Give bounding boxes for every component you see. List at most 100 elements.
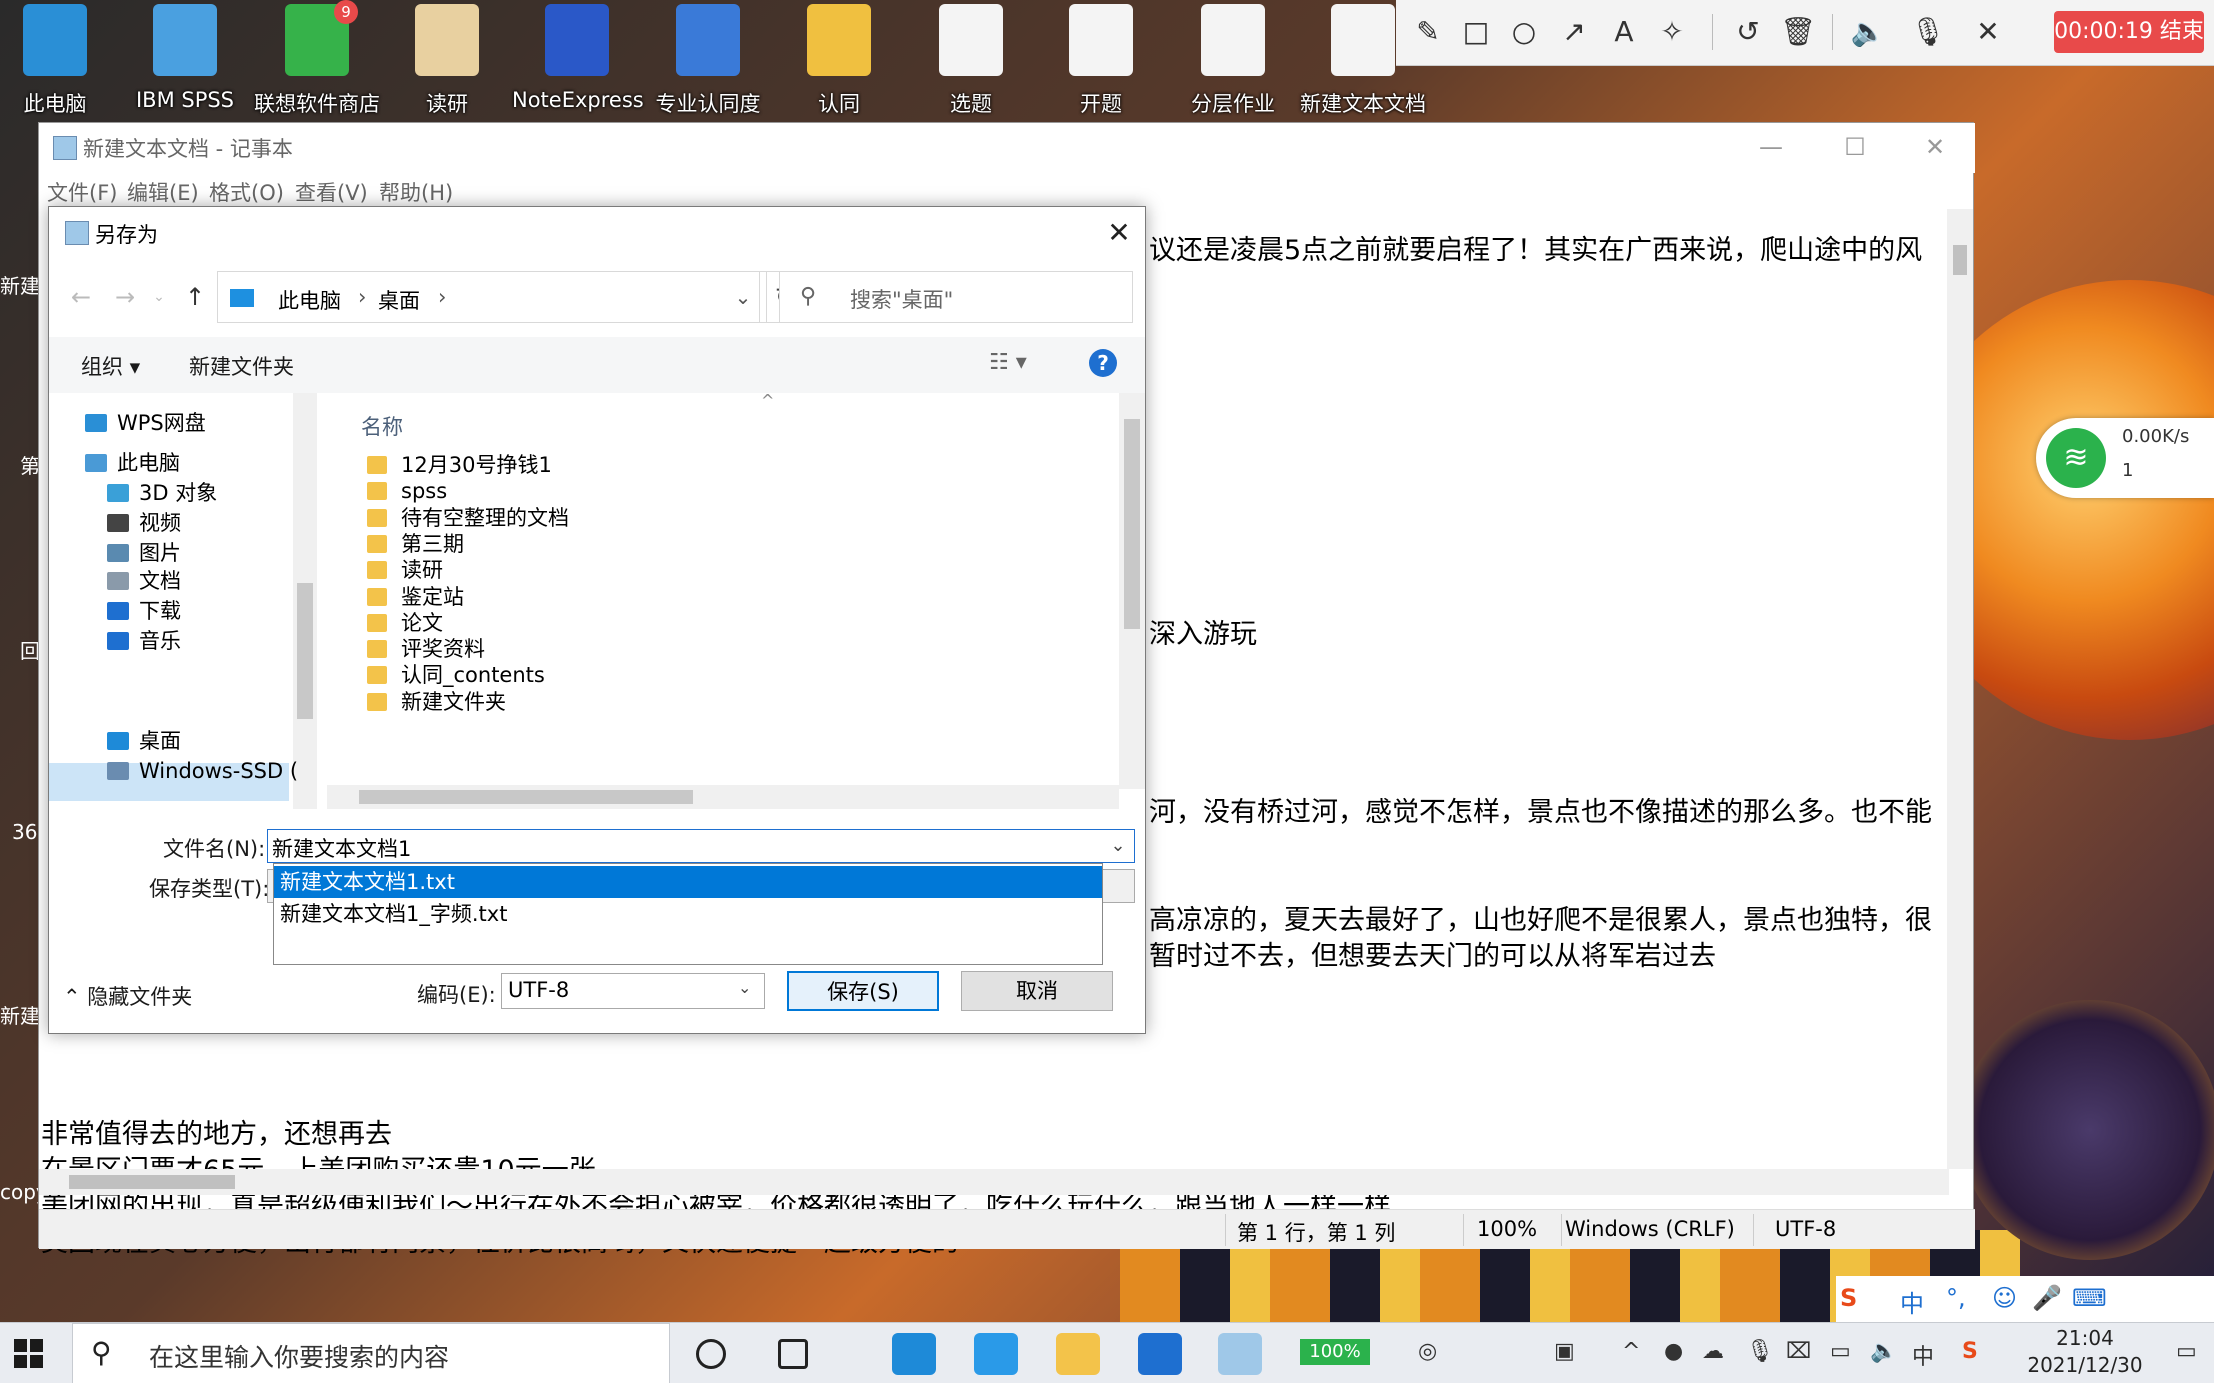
battery-indicator[interactable]: 100% — [1300, 1339, 1370, 1365]
notification-icon[interactable]: ▭ — [2176, 1339, 2197, 1364]
voice-icon[interactable]: 🎤 — [2032, 1284, 2062, 1312]
magic-icon[interactable]: ✧ — [1654, 14, 1690, 50]
tree-item[interactable]: 音乐 — [107, 623, 181, 659]
desktop-icon[interactable]: 开题 — [1036, 0, 1166, 120]
network-icon[interactable]: ▭ — [1830, 1339, 1851, 1364]
cortana-icon[interactable] — [696, 1339, 726, 1369]
mic-icon[interactable]: 🎙 — [1910, 14, 1946, 50]
chevron-down-icon[interactable]: ⌄ — [728, 282, 758, 312]
emoji-icon[interactable]: ☺ — [1992, 1284, 2017, 1312]
network-widget[interactable]: ≋ 0.00K/s 1 — [2036, 418, 2214, 498]
desktop-icon[interactable]: 认同 — [774, 0, 904, 120]
new-folder-button[interactable]: 新建文件夹 — [189, 351, 294, 381]
mail-icon[interactable] — [1138, 1333, 1182, 1375]
desktop-icon[interactable]: NoteExpress — [512, 0, 644, 120]
nvidia-icon[interactable]: ◎ — [1418, 1339, 1437, 1364]
column-header-name[interactable]: 名称 — [361, 411, 403, 441]
sogou-logo-icon[interactable]: S — [1840, 1284, 1857, 1312]
tree-item[interactable]: Windows-SSD ( — [107, 753, 298, 789]
breadcrumb-desktop[interactable]: 桌面 — [378, 285, 420, 315]
arrow-icon[interactable]: ↗ — [1556, 14, 1592, 50]
desktop-icon[interactable]: 此电脑 — [0, 0, 120, 120]
desktop-icon[interactable]: 联想软件商店 9 — [252, 0, 382, 120]
autocomplete-option[interactable]: 新建文本文档1_字频.txt — [274, 898, 1102, 930]
scroll-thumb[interactable] — [297, 583, 313, 719]
chevron-down-icon[interactable]: ⌄ — [149, 281, 169, 313]
scroll-thumb[interactable] — [1124, 419, 1140, 629]
notepad-icon[interactable] — [1218, 1333, 1262, 1375]
maximize-button[interactable]: ☐ — [1825, 127, 1885, 167]
address-bar[interactable]: 此电脑 › 桌面 › ⌄ — [217, 271, 767, 323]
keyboard-icon[interactable]: ⌨ — [2072, 1284, 2107, 1312]
taskbar-search-box[interactable]: ⚲ 在这里输入你要搜索的内容 — [72, 1323, 670, 1383]
menu-help[interactable]: 帮助(H) — [379, 177, 453, 207]
undo-icon[interactable]: ↺ — [1730, 14, 1766, 50]
desktop-icon-label[interactable]: 新建 — [0, 1000, 40, 1029]
scroll-thumb[interactable] — [1953, 245, 1967, 275]
desktop-icon[interactable]: 专业认同度 — [643, 0, 773, 120]
close-button[interactable]: ✕ — [1099, 213, 1139, 253]
search-box[interactable]: ⚲ 搜索"桌面" — [779, 271, 1133, 323]
punctuation-icon[interactable]: °, — [1946, 1284, 1966, 1312]
breadcrumb-this-pc[interactable]: 此电脑 — [278, 285, 341, 315]
tree-scrollbar[interactable] — [293, 393, 317, 809]
file-row[interactable]: 新建文件夹 — [367, 684, 506, 720]
hide-folders-toggle[interactable]: ⌃ 隐藏文件夹 — [63, 981, 192, 1011]
ime-mode[interactable]: 中 — [1900, 1284, 1924, 1319]
onedrive-icon[interactable]: ☁ — [1702, 1339, 1724, 1364]
file-list-hscrollbar[interactable] — [327, 785, 1119, 809]
ie-icon[interactable] — [974, 1333, 1018, 1375]
speaker-icon[interactable]: 🔈 — [1850, 14, 1886, 50]
notes-icon[interactable]: ▣ — [1554, 1339, 1575, 1364]
horizontal-scrollbar[interactable] — [39, 1169, 1949, 1195]
help-icon[interactable]: ? — [1089, 349, 1117, 377]
file-list-scrollbar[interactable] — [1119, 393, 1145, 789]
minimize-button[interactable]: — — [1741, 127, 1801, 167]
windows-start-icon[interactable] — [14, 1339, 44, 1369]
encoding-select[interactable]: UTF-8 ⌄ — [501, 973, 765, 1009]
rectangle-icon[interactable]: □ — [1458, 14, 1494, 50]
task-view-icon[interactable] — [778, 1339, 808, 1369]
back-icon[interactable]: ← — [65, 281, 97, 313]
ime-indicator[interactable]: 中 — [1912, 1339, 1934, 1371]
delete-icon[interactable]: 🗑 — [1780, 14, 1816, 50]
desktop-icon-label[interactable]: 36 — [12, 820, 37, 844]
view-options-icon[interactable]: ☷ ▾ — [989, 349, 1039, 377]
clock[interactable]: 21:04 2021/12/30 — [2010, 1325, 2160, 1379]
mic-icon[interactable]: 🎙 — [1746, 1339, 1774, 1364]
menu-format[interactable]: 格式(O) — [209, 177, 284, 207]
menu-view[interactable]: 查看(V) — [295, 177, 368, 207]
desktop-icon[interactable]: 分层作业 — [1168, 0, 1298, 120]
chevron-down-icon[interactable]: ⌄ — [1104, 832, 1132, 860]
organize-button[interactable]: 组织 ▾ — [81, 351, 140, 381]
power-icon[interactable]: ⌧ — [1786, 1339, 1811, 1364]
dialog-titlebar[interactable]: 另存为 ✕ — [49, 207, 1145, 257]
desktop-icon-label[interactable]: 回 — [20, 635, 40, 664]
desktop-icon[interactable]: 选题 — [906, 0, 1036, 120]
sogou-icon[interactable]: S — [1962, 1339, 1978, 1364]
volume-icon[interactable]: 🔈 — [1870, 1339, 1897, 1364]
filename-input[interactable]: 新建文本文档1 ⌄ — [267, 829, 1135, 863]
forward-icon[interactable]: → — [109, 281, 141, 313]
tree-item[interactable]: WPS网盘 — [85, 405, 206, 441]
vertical-scrollbar[interactable] — [1947, 209, 1973, 1169]
close-icon[interactable]: ✕ — [1970, 14, 2006, 50]
pencil-icon[interactable]: ✎ — [1410, 14, 1446, 50]
qq-icon[interactable]: ● — [1664, 1339, 1683, 1364]
menu-file[interactable]: 文件(F) — [47, 177, 117, 207]
edge-icon[interactable] — [892, 1333, 936, 1375]
menu-edit[interactable]: 编辑(E) — [127, 177, 199, 207]
recording-timer-button[interactable]: 00:00:19 结束 — [2054, 11, 2204, 53]
chevron-up-icon[interactable]: ^ — [1622, 1339, 1640, 1364]
notepad-titlebar[interactable]: 新建文本文档 - 记事本 — ☐ ✕ — [39, 123, 1975, 173]
desktop-icon[interactable]: 读研 — [382, 0, 512, 120]
autocomplete-option[interactable]: 新建文本文档1.txt — [274, 866, 1102, 898]
scroll-thumb[interactable] — [69, 1175, 235, 1189]
cancel-button[interactable]: 取消 — [961, 971, 1113, 1011]
explorer-icon[interactable] — [1056, 1333, 1100, 1375]
close-button[interactable]: ✕ — [1905, 127, 1965, 167]
text-icon[interactable]: A — [1606, 14, 1642, 50]
desktop-icon[interactable]: IBM SPSS — [120, 0, 250, 120]
desktop-icon-label[interactable]: 新建 — [0, 270, 40, 299]
up-icon[interactable]: ↑ — [179, 281, 211, 313]
